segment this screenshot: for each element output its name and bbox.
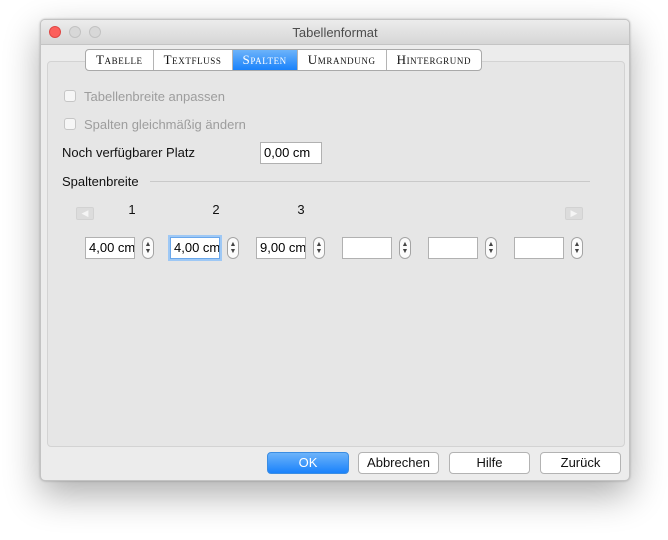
tab-umrandung[interactable]: Umrandung bbox=[298, 50, 387, 70]
column-width-field-6[interactable] bbox=[514, 237, 564, 259]
column-width-field-2[interactable]: 4,00 cm bbox=[170, 237, 220, 259]
section-separator bbox=[150, 181, 590, 182]
adapt-table-width-label: Tabellenbreite anpassen bbox=[84, 88, 225, 104]
column-width-section-label: Spaltenbreite bbox=[62, 174, 139, 189]
reset-button[interactable]: Zurück bbox=[540, 452, 621, 474]
tab-tabelle[interactable]: Tabelle bbox=[86, 50, 154, 70]
tab-hintergrund[interactable]: Hintergrund bbox=[387, 50, 481, 70]
dialog-window: Tabellenformat Tabelle Textfluss Spalten… bbox=[40, 19, 630, 481]
cancel-button[interactable]: Abbrechen bbox=[358, 452, 439, 474]
column-width-field-4[interactable] bbox=[342, 237, 392, 259]
even-columns-label: Spalten gleichmäßig ändern bbox=[84, 116, 246, 132]
adapt-table-width-option: Tabellenbreite anpassen bbox=[64, 87, 225, 105]
tab-textfluss[interactable]: Textfluss bbox=[154, 50, 233, 70]
column-width-field-1[interactable]: 4,00 cm bbox=[85, 237, 135, 259]
window-title: Tabellenformat bbox=[292, 25, 378, 40]
even-columns-checkbox bbox=[64, 118, 76, 130]
column-width-stepper-4[interactable]: ▲ ▼ bbox=[399, 237, 411, 259]
remaining-space-label: Noch verfügbarer Platz bbox=[62, 145, 195, 160]
help-button[interactable]: Hilfe bbox=[449, 452, 530, 474]
arrow-right-icon: ▶ bbox=[565, 207, 583, 220]
tab-spalten[interactable]: Spalten bbox=[232, 50, 298, 70]
column-width-field-3[interactable]: 9,00 cm bbox=[256, 237, 306, 259]
column-number-2: 2 bbox=[212, 202, 220, 217]
column-width-stepper-1[interactable]: ▲ ▼ bbox=[142, 237, 154, 259]
column-number-1: 1 bbox=[128, 202, 136, 217]
column-width-stepper-3[interactable]: ▲ ▼ bbox=[313, 237, 325, 259]
column-width-stepper-6[interactable]: ▲ ▼ bbox=[571, 237, 583, 259]
even-columns-option: Spalten gleichmäßig ändern bbox=[64, 115, 246, 133]
remaining-space-field[interactable]: 0,00 cm bbox=[260, 142, 322, 164]
column-width-stepper-5[interactable]: ▲ ▼ bbox=[485, 237, 497, 259]
arrow-left-icon: ◀ bbox=[76, 207, 94, 220]
column-width-stepper-2[interactable]: ▲ ▼ bbox=[227, 237, 239, 259]
column-number-3: 3 bbox=[297, 202, 305, 217]
tab-bar: Tabelle Textfluss Spalten Umrandung Hint… bbox=[85, 49, 483, 71]
adapt-table-width-checkbox bbox=[64, 90, 76, 102]
title-bar[interactable]: Tabellenformat bbox=[41, 20, 629, 45]
ok-button[interactable]: OK bbox=[267, 452, 349, 474]
column-width-field-5[interactable] bbox=[428, 237, 478, 259]
